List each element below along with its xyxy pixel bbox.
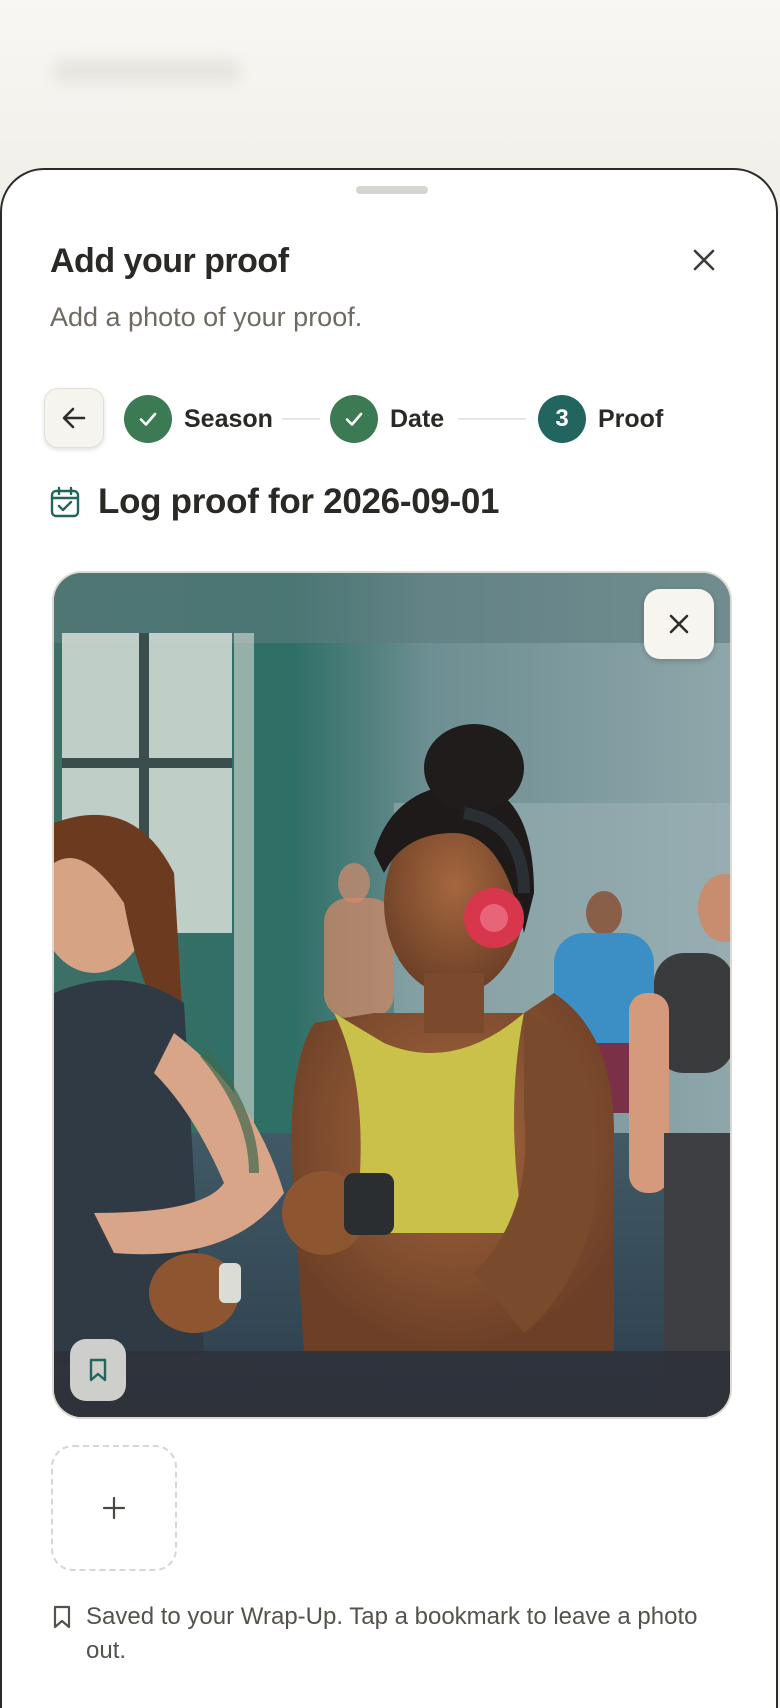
blurred-background-title	[52, 58, 242, 84]
step-date[interactable]: Date	[330, 395, 444, 443]
log-title: Log proof for 2026-09-01	[98, 482, 500, 521]
remove-photo-button[interactable]	[644, 589, 714, 659]
check-icon	[139, 412, 157, 426]
sheet-subtitle: Add a photo of your proof.	[50, 302, 363, 332]
add-photo-button[interactable]	[51, 1445, 177, 1571]
sheet-title: Add your proof	[50, 242, 289, 280]
proof-photo[interactable]	[52, 571, 732, 1419]
plus-icon	[102, 1496, 126, 1520]
step-proof[interactable]: 3 Proof	[538, 395, 663, 443]
sheet-grabber[interactable]	[356, 186, 428, 194]
bottom-sheet: Add your proof Add a photo of your proof…	[0, 168, 778, 1708]
step-label: Season	[184, 404, 273, 433]
step-connector	[282, 418, 320, 420]
bookmark-icon	[53, 1605, 71, 1629]
step-label: Proof	[598, 404, 664, 433]
back-button[interactable]	[44, 388, 104, 448]
log-heading: Log proof for 2026-09-01	[50, 480, 500, 524]
bookmark-icon	[89, 1358, 107, 1382]
step-complete-marker	[124, 395, 172, 443]
check-icon	[345, 412, 363, 426]
calendar-check-icon	[50, 486, 80, 518]
step-number: 3	[538, 395, 586, 443]
stepper: Season Date 3 Proof	[44, 388, 744, 450]
workout-photo	[54, 573, 730, 1417]
close-button[interactable]	[684, 240, 724, 280]
wrap-up-hint: Saved to your Wrap-Up. Tap a bookmark to…	[52, 1600, 732, 1660]
hint-text: Saved to your Wrap-Up. Tap a bookmark to…	[86, 1603, 698, 1660]
bookmark-button[interactable]	[70, 1339, 126, 1401]
step-complete-marker	[330, 395, 378, 443]
arrow-left-icon	[62, 407, 86, 429]
close-icon	[693, 249, 715, 271]
step-connector	[458, 418, 526, 420]
close-icon	[669, 614, 689, 634]
step-season[interactable]: Season	[124, 395, 273, 443]
step-label: Date	[390, 404, 445, 433]
